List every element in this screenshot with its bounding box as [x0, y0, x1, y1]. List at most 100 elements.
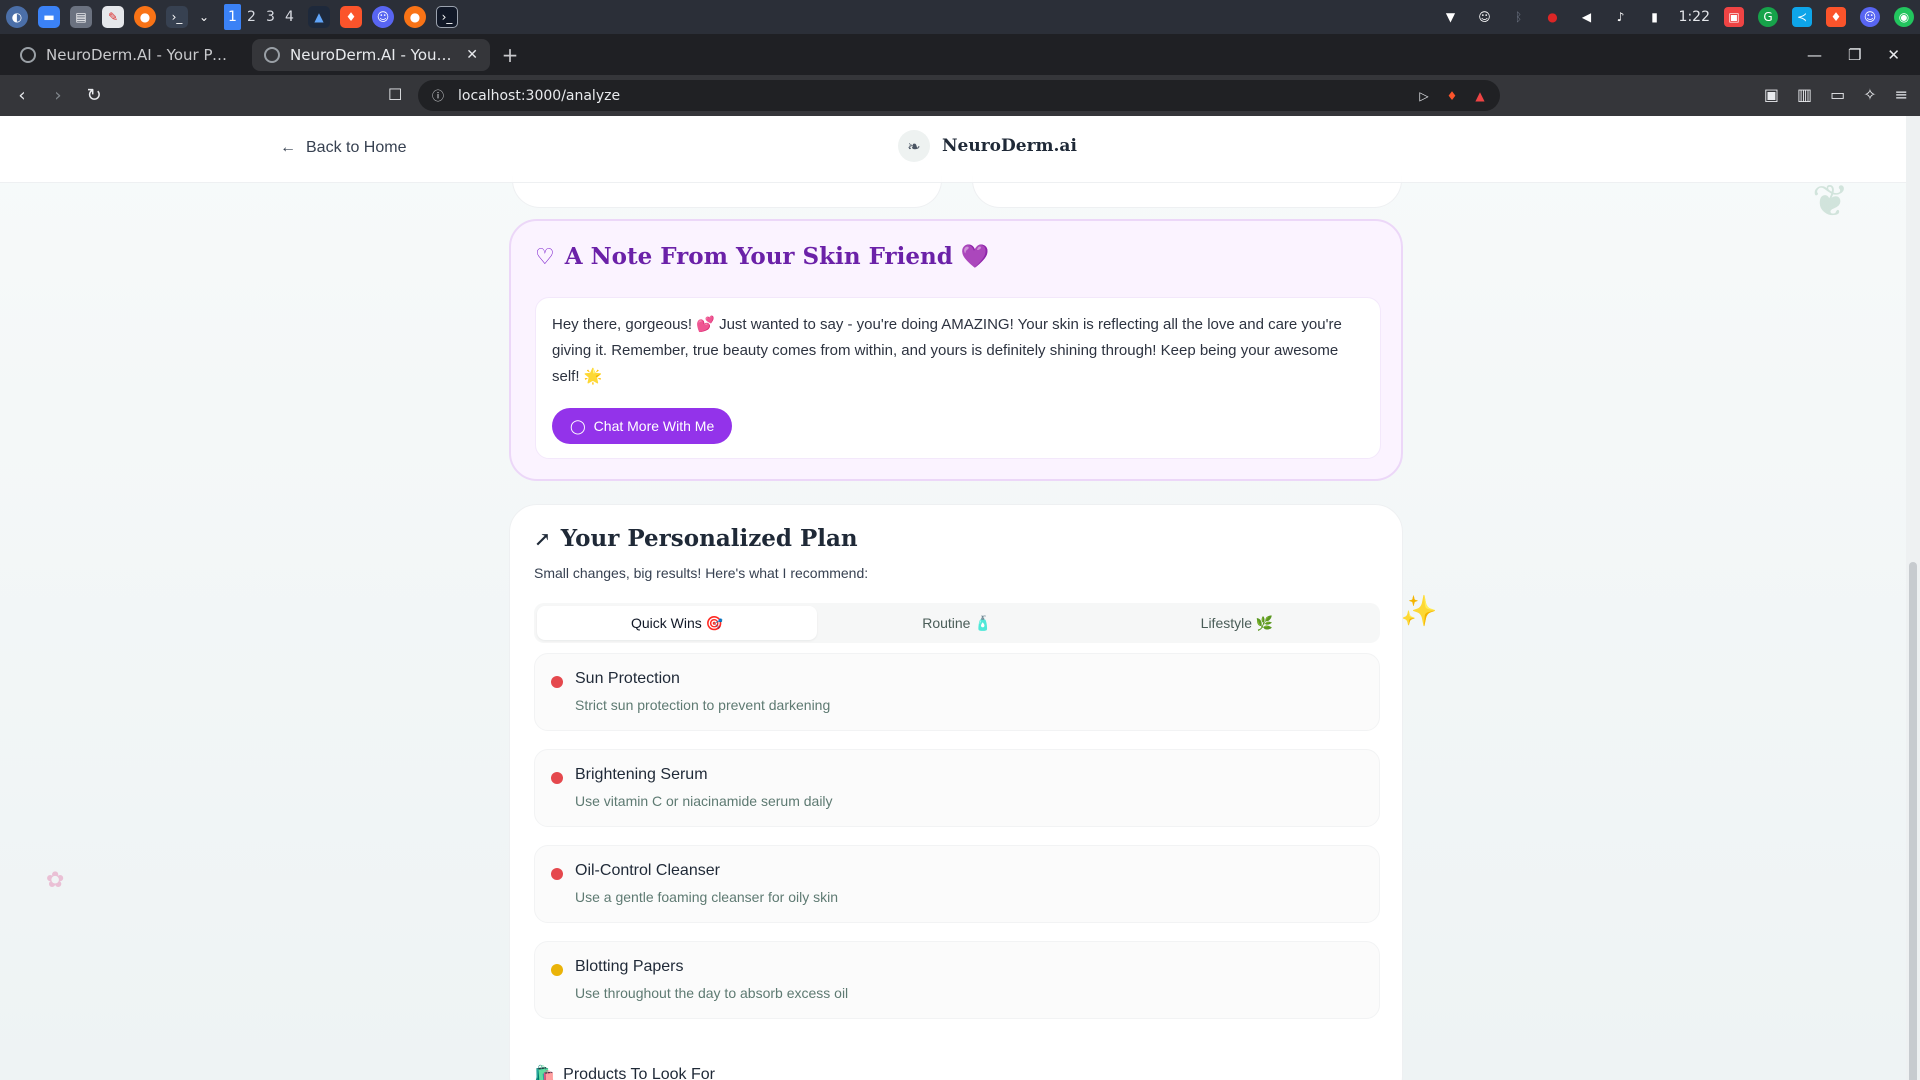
- quick-wins-list: Sun Protection Strict sun protection to …: [534, 653, 1380, 1037]
- terminal-icon-2[interactable]: ›_: [436, 6, 458, 28]
- leaf-decoration-icon: ❦: [1812, 176, 1849, 227]
- grammarly-icon[interactable]: G: [1758, 7, 1778, 27]
- site-header: ← Back to Home ❧ NeuroDerm.ai: [0, 116, 1906, 183]
- new-tab-button[interactable]: +: [496, 43, 524, 67]
- list-item: Brightening Serum Use vitamin C or niaci…: [534, 749, 1380, 827]
- plan-title-text: Your Personalized Plan: [560, 525, 858, 552]
- arrow-left-icon: ←: [280, 139, 296, 156]
- window-controls: — ❐ ✕: [1807, 46, 1912, 64]
- chat-more-button[interactable]: ◯ Chat More With Me: [552, 408, 733, 444]
- close-tab-icon[interactable]: ✕: [466, 47, 478, 63]
- bluetooth-icon[interactable]: ᛒ: [1509, 7, 1529, 27]
- brand[interactable]: ❧ NeuroDerm.ai: [898, 130, 1077, 162]
- list-item-desc: Strict sun protection to prevent darkeni…: [575, 697, 831, 713]
- brave-rewards-icon[interactable]: ▲: [1472, 88, 1488, 104]
- browser-toolbar-right: ▣ ▥ ▭ ✧ ≡: [1764, 85, 1908, 104]
- back-arrow-icon[interactable]: ‹: [12, 85, 32, 106]
- browser-tab-1[interactable]: NeuroDerm.AI - Your Peacefu: [8, 39, 246, 71]
- browser-tab-2[interactable]: NeuroDerm.AI - Your Peac ✕: [252, 38, 490, 71]
- tab-quick-wins[interactable]: Quick Wins 🎯: [537, 606, 817, 640]
- restore-icon[interactable]: ❐: [1848, 46, 1861, 64]
- note-message: Hey there, gorgeous! 💕 Just wanted to sa…: [552, 316, 1342, 385]
- plan-tabs: Quick Wins 🎯 Routine 🧴 Lifestyle 🌿: [534, 603, 1380, 643]
- tab-lifestyle[interactable]: Lifestyle 🌿: [1097, 606, 1377, 640]
- trending-up-icon: ↗: [534, 526, 551, 551]
- workspace-1[interactable]: 1: [224, 4, 241, 30]
- globe-icon: [20, 46, 36, 63]
- url-text[interactable]: localhost:3000/analyze: [458, 88, 1404, 104]
- page-viewport: ← Back to Home ❧ NeuroDerm.ai ❦ ✨ ✿ ♡ A …: [0, 116, 1920, 1080]
- tab-routine[interactable]: Routine 🧴: [817, 606, 1097, 640]
- list-item-title: Sun Protection: [575, 670, 680, 687]
- back-to-home-label: Back to Home: [306, 139, 407, 156]
- menu-icon[interactable]: ≡: [1895, 85, 1908, 104]
- text-editor-icon[interactable]: ✎: [102, 6, 124, 28]
- note-title-text: A Note From Your Skin Friend 💜: [564, 243, 990, 270]
- firefox-icon-2[interactable]: ●: [404, 6, 426, 28]
- workspace-2[interactable]: 2: [243, 4, 260, 30]
- mic-muted-icon[interactable]: ●: [1543, 7, 1563, 27]
- list-item-title: Blotting Papers: [575, 958, 684, 975]
- list-item: Sun Protection Strict sun protection to …: [534, 653, 1380, 731]
- list-item: Blotting Papers Use throughout the day t…: [534, 941, 1380, 1019]
- note-title: ♡ A Note From Your Skin Friend 💜: [535, 243, 989, 270]
- share-icon[interactable]: ▷: [1416, 88, 1432, 104]
- firefox-icon[interactable]: ●: [134, 6, 156, 28]
- battery-icon[interactable]: ▮: [1645, 7, 1665, 27]
- file-manager-icon[interactable]: ▤: [70, 6, 92, 28]
- personalized-plan-card: ↗ Your Personalized Plan Small changes, …: [509, 504, 1403, 1080]
- chat-bubble-icon: ◯: [570, 417, 586, 434]
- workspace-3[interactable]: 3: [262, 4, 279, 30]
- wifi-icon[interactable]: ▼: [1441, 7, 1461, 27]
- discord-tray-icon[interactable]: ☺: [1475, 7, 1495, 27]
- chrome-icon[interactable]: ◉: [1894, 7, 1914, 27]
- bookmark-icon[interactable]: ☐: [388, 85, 402, 104]
- address-bar[interactable]: ⓘ localhost:3000/analyze ▷ ♦ ▲: [418, 80, 1500, 111]
- brave-tray-icon[interactable]: ♦: [1826, 7, 1846, 27]
- leo-ai-icon[interactable]: ✧: [1863, 85, 1876, 104]
- heart-icon: ♡: [535, 243, 555, 270]
- priority-dot-icon: [551, 676, 563, 688]
- back-to-home-link[interactable]: ← Back to Home: [280, 139, 406, 157]
- notification-bell-icon[interactable]: ♪: [1611, 7, 1631, 27]
- browser-tab-bar: NeuroDerm.AI - Your Peacefu NeuroDerm.AI…: [0, 34, 1920, 75]
- forward-arrow-icon[interactable]: ›: [48, 85, 68, 106]
- terminal-icon[interactable]: ›_: [166, 6, 188, 28]
- priority-dot-icon: [551, 964, 563, 976]
- scrollbar-thumb[interactable]: [1909, 562, 1917, 1080]
- minimize-icon[interactable]: —: [1807, 46, 1822, 64]
- workspace-4[interactable]: 4: [281, 4, 298, 30]
- brand-name: NeuroDerm.ai: [942, 136, 1077, 156]
- products-heading-text: Products To Look For: [563, 1066, 715, 1080]
- files-icon[interactable]: ▬: [38, 6, 60, 28]
- list-item-title: Brightening Serum: [575, 766, 708, 783]
- os-taskbar: ◐ ▬ ▤ ✎ ● ›_ ⌄ 1 2 3 4 ▲ ♦ ☺ ● ›_ ▼ ☺ ᛒ …: [0, 0, 1920, 34]
- plan-title: ↗ Your Personalized Plan: [534, 525, 858, 552]
- list-item-desc: Use vitamin C or niacinamide serum daily: [575, 793, 833, 809]
- volume-icon[interactable]: ◀: [1577, 7, 1597, 27]
- note-card: ♡ A Note From Your Skin Friend 💜 Hey the…: [509, 219, 1403, 481]
- chevron-down-icon[interactable]: ⌄: [198, 6, 210, 28]
- close-window-icon[interactable]: ✕: [1887, 46, 1900, 64]
- site-info-icon[interactable]: ⓘ: [430, 88, 446, 104]
- sparkle-decoration-icon: ✨: [1400, 594, 1438, 629]
- priority-dot-icon: [551, 868, 563, 880]
- arch-app-icon[interactable]: ▲: [308, 6, 330, 28]
- vscode-icon[interactable]: ≺: [1792, 7, 1812, 27]
- reload-icon[interactable]: ↻: [84, 85, 104, 106]
- brave-shield-icon[interactable]: ♦: [1444, 88, 1460, 104]
- screenshot-icon[interactable]: ▣: [1764, 85, 1779, 104]
- brave-icon[interactable]: ♦: [340, 6, 362, 28]
- browser-nav-bar: ‹ › ↻ ☐ ⓘ localhost:3000/analyze ▷ ♦ ▲ ▣…: [0, 75, 1920, 116]
- discord-tray-icon-2[interactable]: ☺: [1860, 7, 1880, 27]
- page-scrollbar[interactable]: [1906, 116, 1920, 1080]
- lock-app-icon[interactable]: ▣: [1724, 7, 1744, 27]
- clock[interactable]: 1:22: [1679, 9, 1710, 25]
- discord-icon[interactable]: ☺: [372, 6, 394, 28]
- sidebar-toggle-icon[interactable]: ▥: [1797, 85, 1812, 104]
- priority-dot-icon: [551, 772, 563, 784]
- system-menu-icon[interactable]: ◐: [6, 6, 28, 28]
- wallet-icon[interactable]: ▭: [1830, 85, 1845, 104]
- shopping-bag-icon: 🛍️: [534, 1065, 556, 1080]
- list-item-desc: Use a gentle foaming cleanser for oily s…: [575, 889, 839, 905]
